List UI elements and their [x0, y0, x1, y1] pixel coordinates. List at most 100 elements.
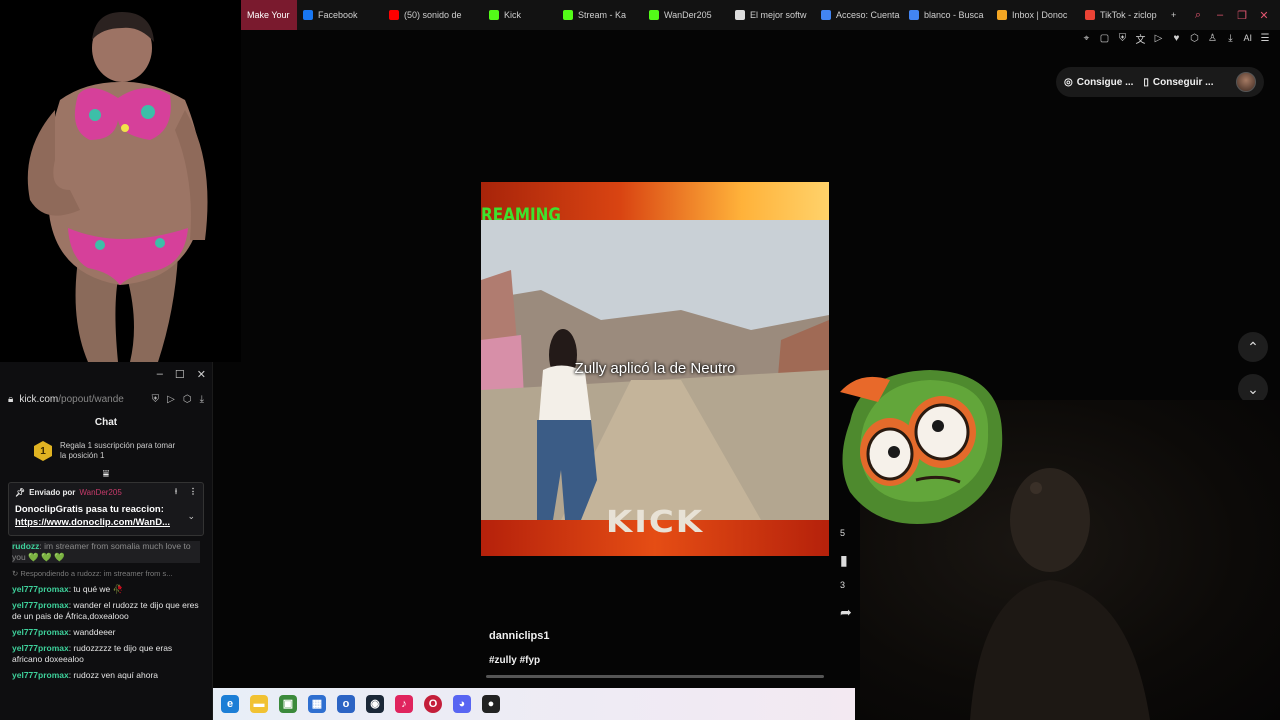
download-icon[interactable]: ⤓ — [200, 394, 204, 405]
channel-name[interactable]: danniclips1 — [489, 630, 550, 642]
browser-tab-label: Kick — [504, 10, 522, 20]
phone-icon: ▯ — [1143, 76, 1149, 88]
browser-tab[interactable]: (50) sonido de — [383, 0, 483, 30]
browser-tab-label: Acceso: Cuenta — [836, 10, 900, 20]
browser-tab[interactable]: Acceso: Cuenta — [815, 0, 903, 30]
browser-tab[interactable]: Kick — [483, 0, 557, 30]
sub-gift-promo[interactable]: 1 Regala 1 suscripción para tomar la pos… — [0, 434, 212, 468]
play-icon[interactable]: ▷ — [1153, 33, 1163, 44]
chat-username[interactable]: yel777promax — [12, 600, 69, 610]
pinned-link[interactable]: https://www.donoclip.com/WanD... — [15, 516, 197, 529]
pin-icon: 📌︎ — [15, 487, 26, 497]
opera-gx-icon[interactable]: O — [424, 695, 442, 713]
chat-text: : im streamer from somalia much love to … — [12, 541, 191, 562]
share-icon[interactable]: ➦ — [840, 604, 852, 621]
previous-video-button[interactable]: ⌃ — [1238, 332, 1268, 362]
pinned-message[interactable]: 📌︎ Enviado por WanDer205 ⍿ ⋮ DonoclipGra… — [8, 482, 204, 536]
close-icon[interactable]: ✕ — [1258, 9, 1270, 22]
browser-tab-label: Facebook — [318, 10, 358, 20]
outlook-icon[interactable]: o — [337, 695, 355, 713]
sub-promo-text: Regala 1 suscripción para tomar la posic… — [60, 441, 176, 460]
download-icon[interactable]: ⤓ — [1225, 33, 1235, 44]
chat-username[interactable]: rudozz — [12, 541, 39, 551]
rank-badge: 1 — [34, 441, 52, 461]
avatar[interactable] — [1236, 72, 1256, 92]
chat-popout-window: – ☐ ✕ 🔒︎ kick.com/popout/wande ⛨ ▷ ⬡ ⤓ C… — [0, 362, 213, 720]
folder-icon[interactable]: ▬ — [250, 695, 268, 713]
edge-icon[interactable]: e — [221, 695, 239, 713]
discord-icon[interactable]: ◕ — [453, 695, 471, 713]
pinned-user[interactable]: WanDer205 — [79, 488, 121, 497]
chat-text: : tu qué we 🥀 — [68, 584, 124, 594]
translate-icon[interactable]: 文 — [1135, 31, 1145, 46]
video-info: danniclips1 #zully #fyp — [489, 630, 550, 666]
close-icon[interactable]: ✕ — [197, 368, 206, 381]
youtube-icon — [389, 10, 399, 20]
browser-tab-label: Stream - Ka — [578, 10, 627, 20]
new-tab-button[interactable]: + — [1165, 0, 1182, 30]
shield-icon[interactable]: ⛨ — [1117, 33, 1127, 44]
browser-tab[interactable]: Make Your — [241, 0, 297, 30]
chat-message: rudozz: im streamer from somalia much lo… — [12, 541, 200, 563]
profile-icon[interactable]: ♙ — [1207, 33, 1217, 44]
browser-toolbar: ⌖ ▢ ⛨ 文 ▷ ♥ ⬡ ♙ ⤓ AI ☰ — [241, 30, 1280, 46]
header-chips: ◎ Consigue ... ▯ Conseguir ... — [1056, 67, 1264, 97]
steam-icon[interactable]: ◉ — [366, 695, 384, 713]
browser-tab[interactable]: Facebook — [297, 0, 383, 30]
chat-window-controls: – ☐ ✕ — [0, 362, 212, 386]
maximize-icon[interactable]: ☐ — [175, 368, 185, 381]
window-controls: ⌕ – ❐ ✕ — [1192, 9, 1280, 22]
minecraft-icon[interactable]: ▣ — [279, 695, 297, 713]
pinned-sent-by: Enviado por — [29, 487, 76, 497]
get-coins-button[interactable]: ◎ Consigue ... — [1064, 77, 1133, 88]
minimize-icon[interactable]: – — [1214, 9, 1226, 22]
chat-message: yel777promax: wanddeeer — [12, 627, 200, 638]
chat-message-list: rudozz: im streamer from somalia much lo… — [0, 541, 212, 681]
browser-tab[interactable]: TikTok - ziclop — [1079, 0, 1165, 30]
play-icon[interactable]: ▷ — [167, 394, 175, 405]
lock-icon: 🔒︎ — [8, 393, 14, 405]
get-app-button[interactable]: ▯ Conseguir ... — [1143, 77, 1213, 88]
chat-address-bar[interactable]: 🔒︎ kick.com/popout/wande ⛨ ▷ ⬡ ⤓ — [0, 386, 212, 412]
app-icon[interactable]: ● — [482, 695, 500, 713]
pinned-text: DonoclipGratis pasa tu reaccion: — [15, 504, 164, 515]
browser-tab[interactable]: WanDer205 — [643, 0, 729, 30]
pin-icon[interactable]: ⌖ — [1081, 33, 1091, 44]
video-player[interactable]: REAMING Zully aplicó la de Neutro KICK — [481, 182, 829, 556]
extensions-icon[interactable]: ⬡ — [1189, 33, 1199, 44]
chat-message: yel777promax: tu qué we 🥀 — [12, 584, 200, 595]
kick-icon — [563, 10, 573, 20]
tiktok-icon[interactable]: ♪ — [395, 695, 413, 713]
collapse-icon[interactable]: ⩸ — [0, 468, 212, 482]
chat-username[interactable]: yel777promax — [12, 643, 69, 653]
video-progress-bar[interactable] — [486, 675, 824, 678]
comment-icon[interactable]: ▮ — [840, 552, 848, 569]
shield-icon[interactable]: ⛨ — [152, 394, 160, 405]
browser-tab[interactable]: Inbox | Donoc — [991, 0, 1079, 30]
browser-tab[interactable]: El mejor softw — [729, 0, 815, 30]
video-hashtags[interactable]: #zully #fyp — [489, 655, 550, 666]
more-icon[interactable]: ⋮ — [189, 487, 197, 497]
browser-tab-label: Inbox | Donoc — [1012, 10, 1068, 20]
kick-icon — [489, 10, 499, 20]
unpin-icon[interactable]: ⍿ — [175, 487, 177, 497]
menu-icon[interactable]: ☰ — [1260, 33, 1270, 44]
gmail-icon — [1085, 10, 1095, 20]
calculator-icon[interactable]: ▦ — [308, 695, 326, 713]
browser-tab[interactable]: Stream - Ka — [557, 0, 643, 30]
chat-username[interactable]: yel777promax — [12, 584, 69, 594]
browser-tab[interactable]: blanco - Busca — [903, 0, 991, 30]
ai-button[interactable]: AI — [1243, 33, 1252, 43]
chat-username[interactable]: yel777promax — [12, 670, 69, 680]
restore-icon[interactable]: ❐ — [1236, 9, 1248, 22]
crop-icon[interactable]: ▢ — [1099, 33, 1109, 44]
chat-username[interactable]: yel777promax — [12, 627, 69, 637]
minimize-icon[interactable]: – — [157, 368, 163, 380]
extensions-icon[interactable]: ⬡ — [183, 394, 192, 405]
chat-title: Chat — [94, 417, 118, 428]
search-icon[interactable]: ⌕ — [1192, 9, 1204, 22]
chat-text: : rudozz ven aquí ahora — [68, 670, 159, 680]
heart-icon[interactable]: ♥ — [1171, 33, 1181, 44]
donoclip-icon — [997, 10, 1007, 20]
chevron-down-icon[interactable]: ⌄ — [187, 511, 195, 522]
